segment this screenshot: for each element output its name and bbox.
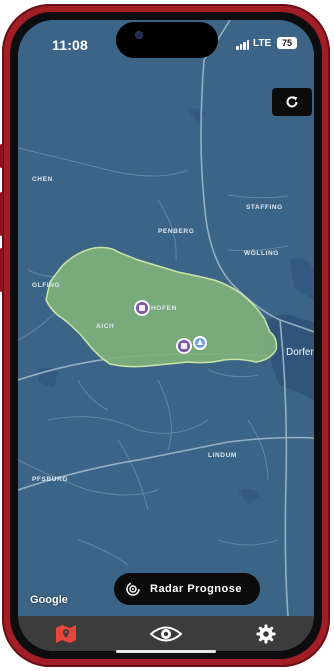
place-label: AICH xyxy=(96,323,115,330)
refresh-icon xyxy=(286,96,298,108)
tab-bar xyxy=(18,616,314,651)
google-attribution: Google xyxy=(30,594,68,606)
status-bar: 11:08 LTE 75 xyxy=(18,20,314,60)
location-pin[interactable] xyxy=(193,336,207,350)
map-view[interactable] xyxy=(18,20,314,651)
dynamic-island xyxy=(116,22,218,58)
tab-settings[interactable] xyxy=(254,622,278,646)
tab-observation[interactable] xyxy=(148,622,184,646)
place-label: PFSBURG xyxy=(32,476,68,483)
bezel: CHEN STAFFING PENBERG WÖLLING GLFING HOF… xyxy=(10,12,322,659)
station-pin[interactable] xyxy=(176,338,192,354)
place-label: WÖLLING xyxy=(244,250,279,257)
home-indicator[interactable] xyxy=(116,650,216,653)
side-button xyxy=(0,144,3,168)
place-label: HOFEN xyxy=(151,305,177,312)
radar-prognose-button[interactable]: Radar Prognose xyxy=(114,573,260,605)
side-button xyxy=(0,248,3,292)
phone-frame: CHEN STAFFING PENBERG WÖLLING GLFING HOF… xyxy=(0,4,330,667)
camera-icon xyxy=(136,32,142,38)
map-pin-icon xyxy=(56,625,76,643)
eye-icon xyxy=(150,626,182,642)
place-label: PENBERG xyxy=(158,228,195,235)
network-type: LTE xyxy=(253,38,272,49)
place-label: CHEN xyxy=(32,176,53,183)
tab-map[interactable] xyxy=(52,622,80,646)
radar-icon xyxy=(126,582,140,596)
station-pin[interactable] xyxy=(134,300,150,316)
side-button xyxy=(0,192,3,236)
status-time: 11:08 xyxy=(52,37,89,53)
place-label: LINDUM xyxy=(208,452,237,459)
place-label: Dorfen xyxy=(286,347,314,358)
battery-icon: 75 xyxy=(277,37,297,49)
radar-button-label: Radar Prognose xyxy=(150,583,242,595)
refresh-button[interactable] xyxy=(272,88,312,116)
place-label: STAFFING xyxy=(246,204,283,211)
screen: CHEN STAFFING PENBERG WÖLLING GLFING HOF… xyxy=(18,20,314,651)
signal-icon xyxy=(236,40,250,50)
place-label: GLFING xyxy=(32,282,61,289)
gear-icon xyxy=(256,624,276,644)
